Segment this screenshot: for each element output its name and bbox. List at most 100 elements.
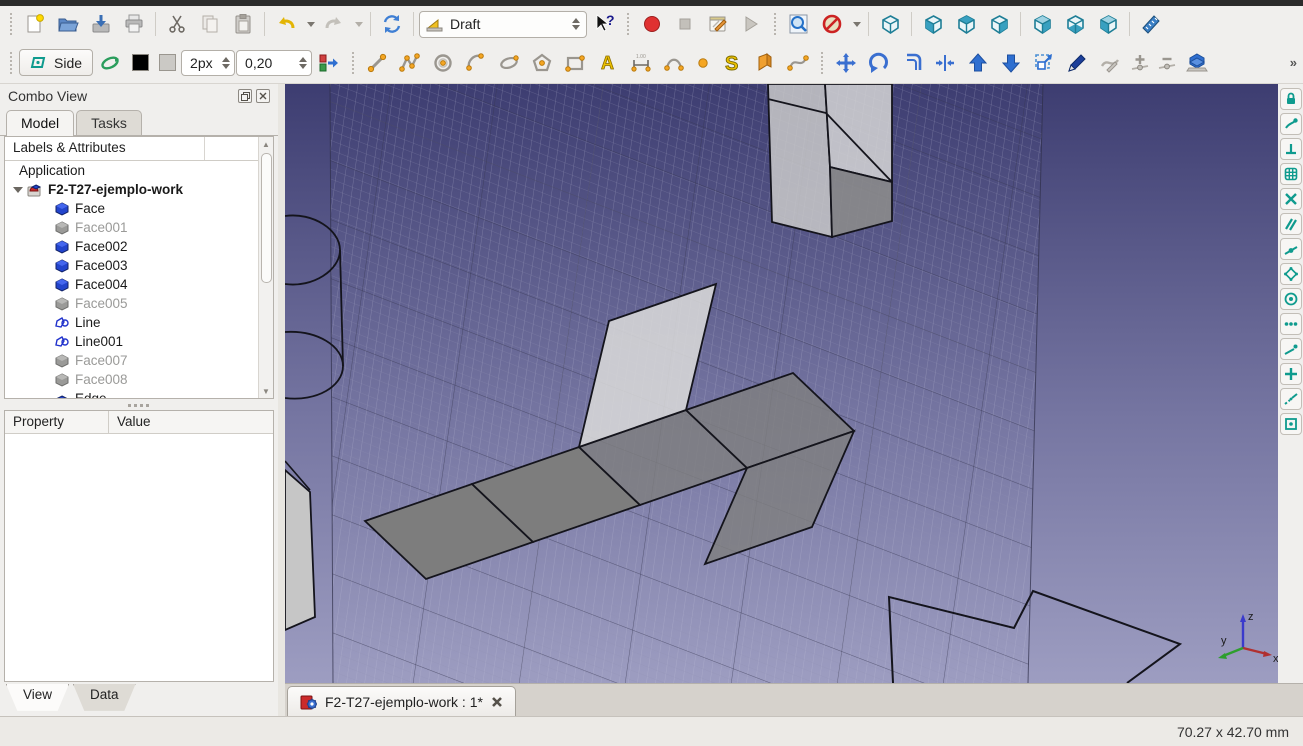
face-color-swatch[interactable] [154,48,180,78]
tree-item[interactable]: Face008 [5,370,273,389]
tab-view[interactable]: View [6,684,69,712]
remove-point-button[interactable] [1154,48,1180,78]
panel-float-button[interactable] [238,89,252,103]
view-bottom-button[interactable] [1059,9,1091,39]
tree-item[interactable]: Face007 [5,351,273,370]
autogroup-button[interactable] [94,48,126,78]
offset-button[interactable] [896,48,928,78]
new-file-button[interactable] [19,9,51,39]
document-tab[interactable]: F2-T27-ejemplo-work : 1* [287,686,516,716]
tab-model[interactable]: Model [6,110,74,136]
wire-edit-button[interactable] [1094,48,1126,78]
upgrade-button[interactable] [962,48,994,78]
refresh-button[interactable] [376,9,408,39]
tree-scrollbar[interactable]: ▲ ▼ [258,137,273,398]
downgrade-button[interactable] [995,48,1027,78]
snap-angle-button[interactable] [1280,263,1302,285]
tree-document-row[interactable]: F2-T27-ejemplo-work [5,180,273,199]
draft-wire-button[interactable] [394,48,426,78]
snap-center-button[interactable] [1280,288,1302,310]
tree-root-application[interactable]: Application [5,161,273,180]
toolbar-drag-handle[interactable] [7,13,15,35]
view-left-button[interactable] [1092,9,1124,39]
view-isometric-button[interactable] [874,9,906,39]
snap-near-button[interactable] [1280,338,1302,360]
tab-data[interactable]: Data [73,684,136,712]
line-width-spinbox[interactable]: 2px [181,50,235,76]
draft-rectangle-button[interactable] [559,48,591,78]
save-button[interactable] [85,9,117,39]
scale-button[interactable] [1028,48,1060,78]
close-tab-icon[interactable] [491,696,503,708]
snap-midpoint-button[interactable] [1280,238,1302,260]
value-column-header[interactable]: Value [109,411,159,433]
panel-close-button[interactable] [256,89,270,103]
snap-parallel-button[interactable] [1280,213,1302,235]
draft-to-sketch-button[interactable] [1181,48,1213,78]
draft-bezier-button[interactable] [782,48,814,78]
tree-item[interactable]: Line001 [5,332,273,351]
tree-item[interactable]: Face003 [5,256,273,275]
working-plane-button[interactable]: Side [19,49,93,76]
measure-button[interactable] [1135,9,1167,39]
toolbar-drag-handle[interactable] [624,13,632,35]
view-top-button[interactable] [950,9,982,39]
workbench-selector[interactable]: Draft [419,11,587,38]
panel-viewport-splitter[interactable] [278,84,285,716]
toolbar-drag-handle[interactable] [818,52,826,74]
redo-button[interactable] [318,9,350,39]
cut-button[interactable] [161,9,193,39]
add-point-button[interactable] [1127,48,1153,78]
apply-style-button[interactable] [313,48,345,78]
draft-dimension-button[interactable]: 1.00 [625,48,657,78]
draw-style-dropdown[interactable] [849,9,863,39]
view-rear-button[interactable] [1026,9,1058,39]
trim-button[interactable] [929,48,961,78]
rotate-button[interactable] [863,48,895,78]
print-button[interactable] [118,9,150,39]
snap-ortho-button[interactable] [1280,363,1302,385]
snap-grid-button[interactable] [1280,163,1302,185]
tree-item[interactable]: Face005 [5,294,273,313]
tree-item-clipped[interactable]: Edge [5,389,273,399]
snap-intersection-button[interactable] [1280,188,1302,210]
property-column-header[interactable]: Property [5,411,109,433]
draft-polygon-button[interactable] [526,48,558,78]
toolbar-drag-handle[interactable] [7,52,15,74]
paste-button[interactable] [227,9,259,39]
toolbar-drag-handle[interactable] [349,52,357,74]
macro-stop-button[interactable] [669,9,701,39]
draw-style-button[interactable] [816,9,848,39]
tree-column-header[interactable]: Labels & Attributes [5,137,273,161]
draft-line-button[interactable] [361,48,393,78]
3d-viewport[interactable]: z x y [285,84,1278,683]
snap-perpendicular-button[interactable] [1280,138,1302,160]
draft-shapestring-button[interactable]: S [716,48,748,78]
copy-button[interactable] [194,9,226,39]
move-button[interactable] [830,48,862,78]
view-right-button[interactable] [983,9,1015,39]
workbench-spin[interactable] [572,18,580,30]
scroll-up-icon[interactable]: ▲ [259,137,273,151]
snap-special-button[interactable] [1280,313,1302,335]
snap-working-plane-button[interactable] [1280,413,1302,435]
draft-text-button[interactable]: A [592,48,624,78]
panel-splitter[interactable] [4,401,274,410]
toolbar-overflow-indicator[interactable]: » [1290,55,1297,70]
tree-item[interactable]: Face004 [5,275,273,294]
fit-all-button[interactable] [783,9,815,39]
tree-item[interactable]: Face [5,199,273,218]
redo-dropdown[interactable] [351,9,365,39]
draft-arc-button[interactable] [460,48,492,78]
draft-facebinder-button[interactable] [749,48,781,78]
open-file-button[interactable] [52,9,84,39]
snap-lock-button[interactable] [1280,88,1302,110]
scrollbar-thumb[interactable] [261,153,272,283]
draft-bspline-button[interactable] [658,48,690,78]
tree-item[interactable]: Face002 [5,237,273,256]
view-front-button[interactable] [917,9,949,39]
tree-item[interactable]: Face001 [5,218,273,237]
toolbar-drag-handle[interactable] [771,13,779,35]
expand-arrow-icon[interactable] [13,187,23,193]
macro-record-button[interactable] [636,9,668,39]
